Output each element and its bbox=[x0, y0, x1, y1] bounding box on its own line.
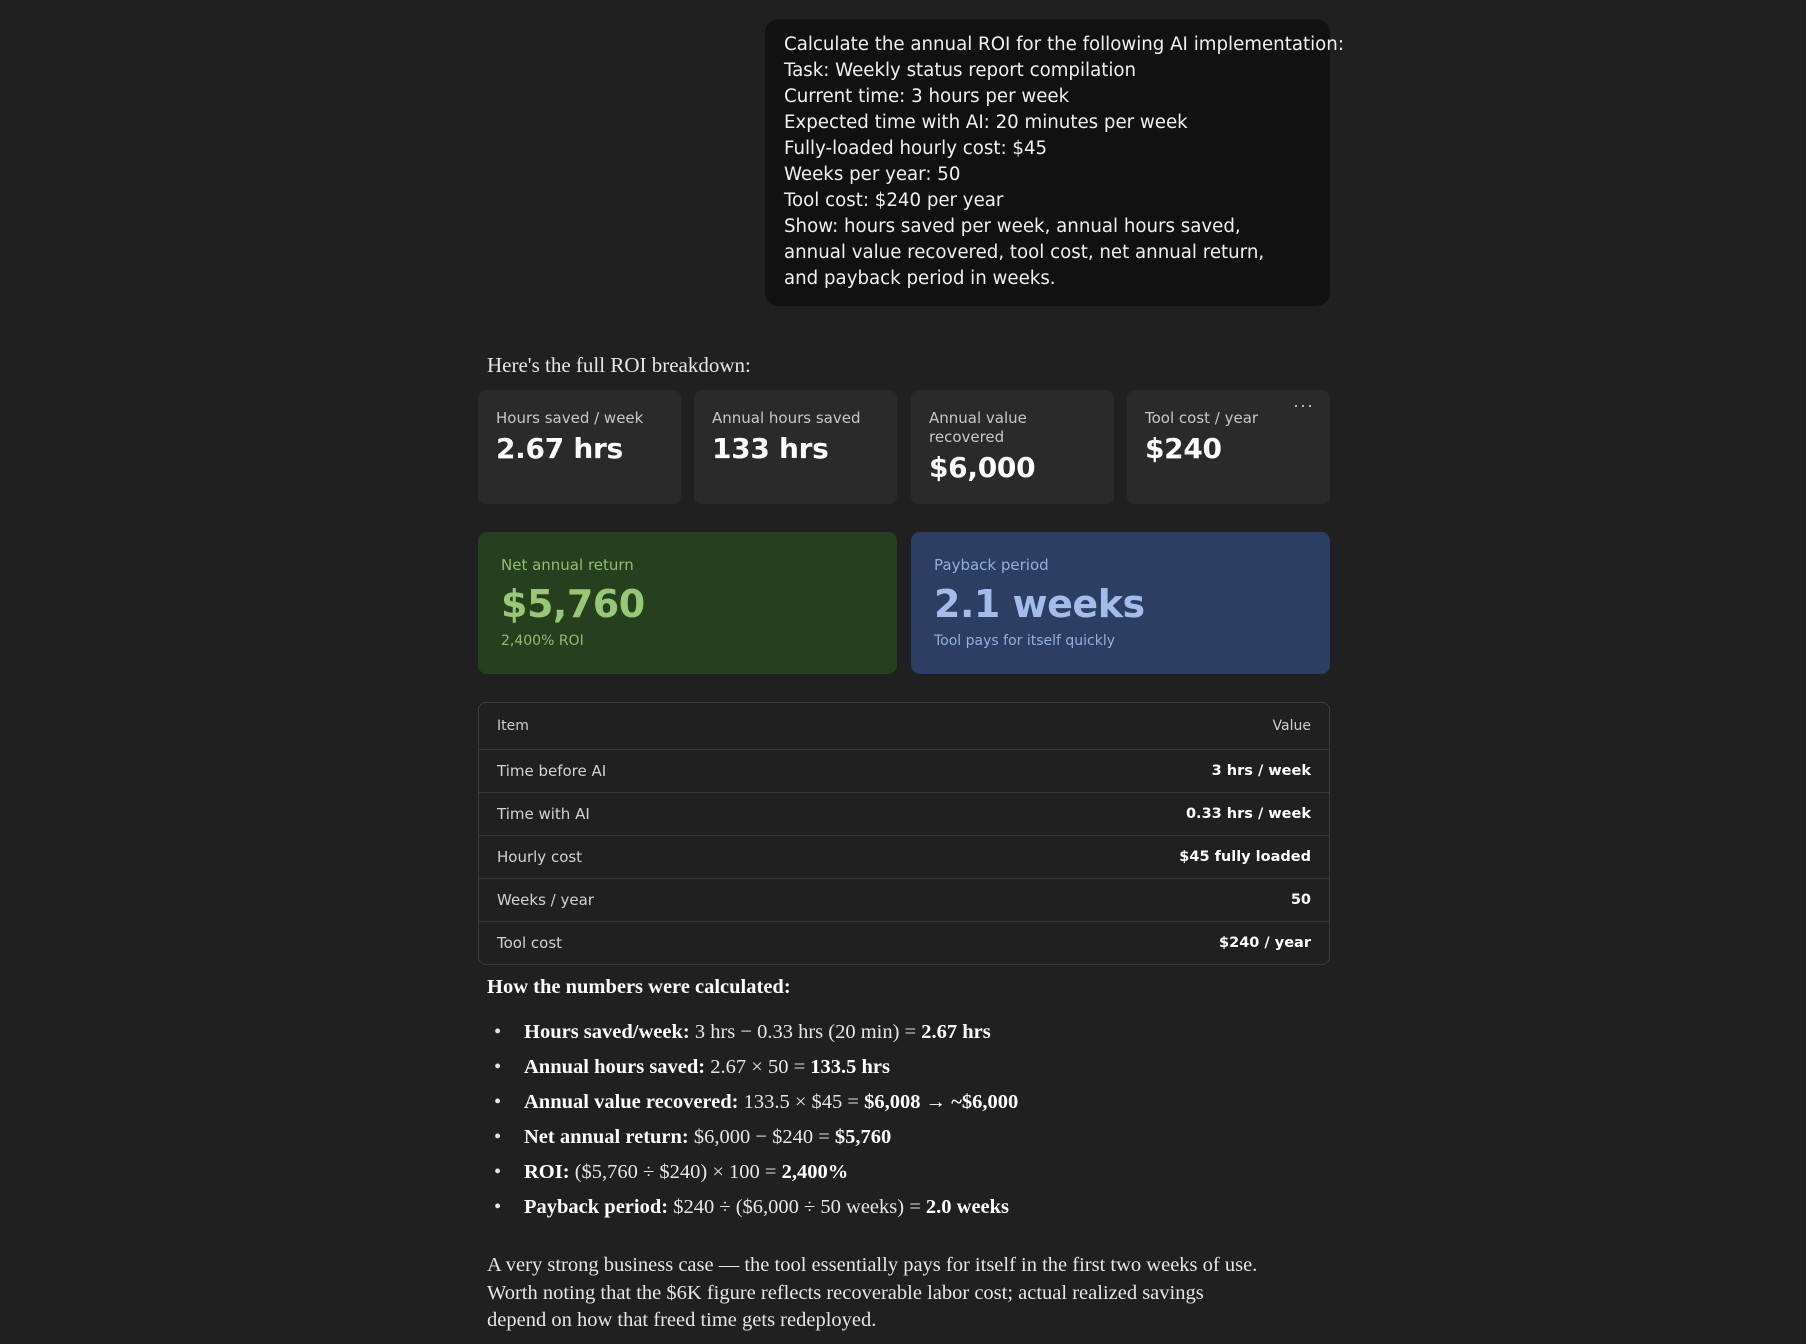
stat-value: $240 bbox=[1145, 432, 1222, 465]
stat-card-annual-hours-saved: Annual hours saved 133 hrs bbox=[694, 390, 897, 504]
payback-value: 2.1 weeks bbox=[934, 582, 1145, 626]
list-item: ROI: ($5,760 ÷ $240) × 100 = 2,400% bbox=[487, 1159, 1018, 1194]
calc-result: 133.5 hrs bbox=[810, 1056, 890, 1078]
calc-expression: 3 hrs − 0.33 hrs (20 min) = bbox=[689, 1021, 922, 1043]
calc-expression: 133.5 × $45 = bbox=[738, 1091, 865, 1113]
table-row: Hourly cost $45 fully loaded bbox=[479, 835, 1329, 878]
user-message-line: Current time: 3 hours per week bbox=[784, 86, 1070, 107]
list-item: Annual hours saved: 2.67 × 50 = 133.5 hr… bbox=[487, 1054, 1018, 1089]
calc-label: Hours saved/week: bbox=[524, 1021, 690, 1043]
roi-inputs-table: Item Value Time before AI 3 hrs / week T… bbox=[478, 702, 1330, 965]
closing-line: A very strong business case — the tool e… bbox=[487, 1254, 1258, 1276]
calc-label: ROI: bbox=[524, 1161, 570, 1183]
net-return-value: $5,760 bbox=[501, 582, 645, 626]
table-cell-value: $45 fully loaded bbox=[1179, 849, 1311, 865]
column-header-item: Item bbox=[497, 718, 529, 734]
user-message-line: Show: hours saved per week, annual hours… bbox=[784, 216, 1241, 237]
calc-label: Payback period: bbox=[524, 1196, 669, 1218]
calc-result: $5,760 bbox=[834, 1126, 892, 1148]
table-row: Weeks / year 50 bbox=[479, 878, 1329, 921]
calc-expression: ($5,760 ÷ $240) × 100 = bbox=[569, 1161, 782, 1183]
table-header-row: Item Value bbox=[479, 703, 1329, 749]
table-cell-item: Tool cost bbox=[497, 934, 563, 952]
stat-card-hours-saved-week: Hours saved / week 2.67 hrs bbox=[478, 390, 681, 504]
net-annual-return-card: Net annual return $5,760 2,400% ROI bbox=[478, 532, 897, 674]
user-message-line: annual value recovered, tool cost, net a… bbox=[784, 242, 1265, 263]
calc-result: $6,008 → ~$6,000 bbox=[864, 1091, 1019, 1113]
table-row: Time with AI 0.33 hrs / week bbox=[479, 792, 1329, 835]
closing-line: Worth noting that the $6K figure reflect… bbox=[487, 1281, 1204, 1304]
table-cell-item: Time with AI bbox=[497, 805, 590, 823]
calc-result: 2,400% bbox=[781, 1161, 849, 1183]
net-return-label: Net annual return bbox=[501, 556, 634, 574]
stat-label: Annual value recovered bbox=[929, 409, 1027, 446]
stat-card-tool-cost-year: Tool cost / year $240 ··· bbox=[1127, 390, 1330, 504]
calc-list: Hours saved/week: 3 hrs − 0.33 hrs (20 m… bbox=[487, 1019, 1018, 1229]
payback-subtext: Tool pays for itself quickly bbox=[934, 633, 1116, 649]
payback-period-card: Payback period 2.1 weeks Tool pays for i… bbox=[911, 532, 1330, 674]
stat-card-annual-value-recovered: Annual value recovered $6,000 bbox=[911, 390, 1114, 504]
payback-label: Payback period bbox=[934, 556, 1049, 574]
table-cell-value: 3 hrs / week bbox=[1211, 763, 1311, 779]
user-message-line: Fully-loaded hourly cost: $45 bbox=[784, 138, 1048, 159]
user-message-line: Task: Weekly status report compilation bbox=[784, 60, 1137, 81]
list-item: Net annual return: $6,000 − $240 = $5,76… bbox=[487, 1124, 1018, 1159]
table-cell-item: Hourly cost bbox=[497, 848, 583, 866]
table-cell-item: Time before AI bbox=[497, 762, 607, 780]
stat-label: Tool cost / year bbox=[1145, 409, 1259, 427]
table-row: Tool cost $240 / year bbox=[479, 921, 1329, 964]
response-intro: Here's the full ROI breakdown: bbox=[487, 353, 751, 377]
stat-value: 2.67 hrs bbox=[496, 432, 623, 465]
closing-line: depend on how that freed time gets redep… bbox=[487, 1309, 877, 1331]
table-cell-value: 0.33 hrs / week bbox=[1185, 806, 1311, 822]
ellipsis-icon[interactable]: ··· bbox=[1293, 396, 1314, 414]
table-cell-value: $240 / year bbox=[1219, 935, 1311, 951]
user-message-line: Weeks per year: 50 bbox=[784, 164, 961, 185]
calc-label: Net annual return: bbox=[524, 1126, 689, 1148]
stat-label: Annual hours saved bbox=[712, 409, 861, 427]
calc-expression: $240 ÷ ($6,000 ÷ 50 weeks) = bbox=[668, 1196, 926, 1218]
table-row: Time before AI 3 hrs / week bbox=[479, 749, 1329, 792]
calc-result: 2.67 hrs bbox=[921, 1021, 991, 1043]
stat-value: $6,000 bbox=[929, 451, 1036, 484]
stat-value: 133 hrs bbox=[712, 432, 829, 465]
calc-heading: How the numbers were calculated: bbox=[487, 976, 791, 998]
roi-subtext: 2,400% ROI bbox=[501, 633, 584, 649]
table-cell-item: Weeks / year bbox=[497, 891, 594, 909]
column-header-value: Value bbox=[1272, 718, 1311, 734]
calc-expression: $6,000 − $240 = bbox=[688, 1126, 835, 1148]
user-message-line: Calculate the annual ROI for the followi… bbox=[784, 34, 1344, 55]
closing-paragraph: A very strong business case — the tool e… bbox=[487, 1252, 1337, 1335]
list-item: Payback period: $240 ÷ ($6,000 ÷ 50 week… bbox=[487, 1194, 1018, 1229]
calc-result: 2.0 weeks bbox=[925, 1196, 1010, 1218]
table-cell-value: 50 bbox=[1290, 892, 1311, 908]
user-message-line: Tool cost: $240 per year bbox=[784, 190, 1004, 211]
calc-label: Annual hours saved: bbox=[524, 1056, 706, 1078]
calc-label: Annual value recovered: bbox=[524, 1091, 739, 1113]
calc-expression: 2.67 × 50 = bbox=[705, 1056, 811, 1078]
list-item: Hours saved/week: 3 hrs − 0.33 hrs (20 m… bbox=[487, 1019, 1018, 1054]
stat-label: Hours saved / week bbox=[496, 409, 644, 427]
user-message-bubble: Calculate the annual ROI for the followi… bbox=[765, 19, 1344, 306]
list-item: Annual value recovered: 133.5 × $45 = $6… bbox=[487, 1089, 1018, 1124]
user-message-line: and payback period in weeks. bbox=[784, 268, 1056, 289]
user-message-line: Expected time with AI: 20 minutes per we… bbox=[784, 112, 1188, 133]
